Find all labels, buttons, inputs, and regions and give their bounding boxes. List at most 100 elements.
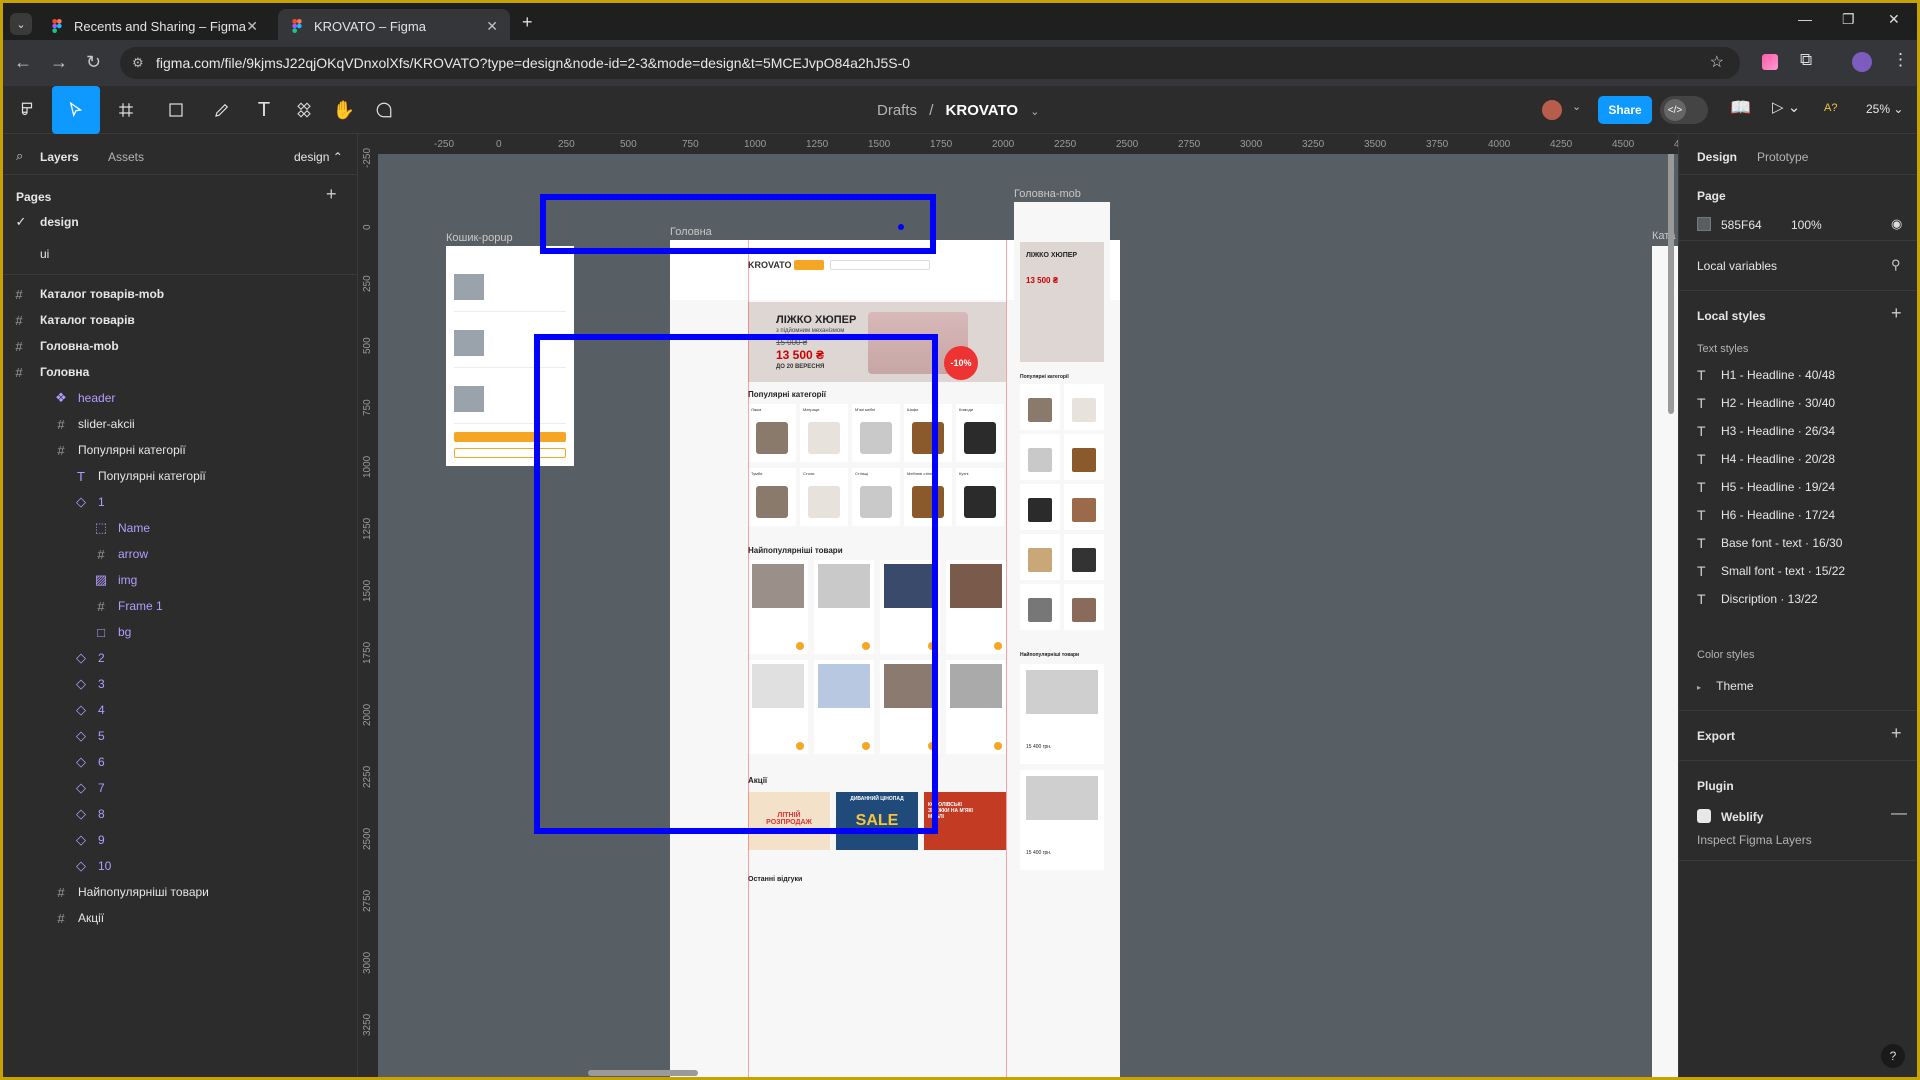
add-page-plus-icon[interactable]: + (326, 184, 337, 205)
text-style-item[interactable]: T H2 - Headline · 30/40 (1697, 395, 1835, 411)
user-avatar[interactable] (1540, 98, 1564, 122)
layer-item[interactable]: ▨ img (0, 566, 358, 594)
new-tab-plus-icon[interactable]: + (522, 12, 533, 33)
text-style-item[interactable]: T Discription · 13/22 (1697, 591, 1818, 607)
tab-design[interactable]: Design (1697, 150, 1737, 164)
page-select[interactable]: design ⌃ (294, 150, 343, 164)
tab-prototype[interactable]: Prototype (1757, 150, 1808, 164)
layer-item[interactable]: # Frame 1 (0, 592, 358, 620)
breadcrumb-drafts[interactable]: Drafts (877, 102, 917, 119)
search-icon[interactable]: ⌕ (16, 148, 23, 164)
resources-icon[interactable] (288, 94, 320, 126)
chevron-down-icon[interactable]: ⌄ (1572, 100, 1581, 113)
tab-list-chevron-icon[interactable]: ⌄ (10, 13, 32, 35)
pen-tool-icon[interactable] (206, 94, 238, 126)
help-button[interactable]: ? (1881, 1044, 1905, 1068)
page-color-value[interactable]: 585F64 (1721, 218, 1762, 232)
extension-icon[interactable] (1762, 54, 1778, 70)
puzzle-icon[interactable]: ⧉ (1800, 50, 1812, 70)
file-name[interactable]: KROVATO (946, 102, 1019, 119)
plugin-name[interactable]: Weblify (1721, 810, 1763, 824)
dev-mode-toggle[interactable]: </> (1660, 96, 1708, 124)
tab-layers[interactable]: Layers (40, 150, 79, 164)
move-tool-icon[interactable] (52, 86, 100, 134)
page-color-swatch[interactable] (1697, 217, 1711, 231)
layer-item[interactable]: # Акції (0, 904, 358, 932)
close-icon[interactable]: ✕ (486, 18, 498, 35)
text-style-item[interactable]: T H3 - Headline · 26/34 (1697, 423, 1835, 439)
layer-item[interactable]: ◇ 2 (0, 644, 358, 672)
layer-item[interactable]: □ bg (0, 618, 358, 646)
text-tool-icon[interactable]: T (248, 94, 280, 126)
comment-tool-icon[interactable] (368, 94, 400, 126)
design-canvas[interactable]: Кошик-popup Головна KROVATO ЛІЖКО ХЮПЕР … (358, 134, 1678, 1080)
site-info-icon[interactable]: ⚙ (132, 55, 144, 71)
layer-item[interactable]: ◇ 5 (0, 722, 358, 750)
theme-group[interactable]: ▸ Theme (1697, 679, 1754, 693)
reload-icon[interactable]: ↻ (86, 52, 101, 73)
url-input[interactable]: ⚙ figma.com/file/9kjmsJ22qjOKqVDnxolXfs/… (120, 47, 1740, 79)
restore-icon[interactable]: ❐ (1842, 11, 1855, 28)
layer-item[interactable]: ◇ 8 (0, 800, 358, 828)
text-style-item[interactable]: T Base font - text · 16/30 (1697, 535, 1842, 551)
minimize-icon[interactable]: — (1798, 11, 1812, 27)
library-book-icon[interactable]: 📖 (1730, 98, 1751, 118)
local-variables-label[interactable]: Local variables (1697, 259, 1777, 273)
add-style-plus-icon[interactable]: + (1891, 303, 1902, 324)
share-button[interactable]: Share (1598, 96, 1652, 124)
catalog-frame[interactable] (1652, 246, 1678, 1080)
home-mob-frame[interactable]: ЛІЖКО ХЮПЕР 13 500 ₴ Популярні категорії… (1014, 202, 1110, 882)
layer-item[interactable]: # Каталог товарів (0, 306, 358, 334)
page-item-ui[interactable]: ui (0, 240, 358, 268)
layer-item[interactable]: # Найпопулярніші товари (0, 878, 358, 906)
page-opacity-value[interactable]: 100% (1791, 218, 1822, 232)
horizontal-scrollbar[interactable] (588, 1070, 698, 1076)
hand-tool-icon[interactable]: ✋ (328, 94, 360, 126)
add-export-plus-icon[interactable]: + (1891, 723, 1902, 744)
layer-item[interactable]: # Популярні категорії (0, 436, 358, 464)
layer-item[interactable]: ◇ 7 (0, 774, 358, 802)
layer-item[interactable]: ◇ 4 (0, 696, 358, 724)
layer-item[interactable]: ◇ 6 (0, 748, 358, 776)
text-style-item[interactable]: T H5 - Headline · 19/24 (1697, 479, 1835, 495)
layer-item[interactable]: ◇ 3 (0, 670, 358, 698)
zoom-level[interactable]: 25% ⌄ (1866, 102, 1903, 116)
forward-icon[interactable]: → (50, 52, 68, 73)
layer-item[interactable]: ◇ 10 (0, 852, 358, 880)
remove-plugin-icon[interactable]: — (1891, 805, 1907, 823)
frame-label-cart[interactable]: Кошик-popup (446, 232, 513, 244)
selection-popular-categories[interactable] (534, 334, 938, 834)
shape-tool-icon[interactable] (160, 94, 192, 126)
layer-item[interactable]: T Популярні категорії (0, 462, 358, 490)
vertical-scrollbar[interactable] (1668, 134, 1674, 414)
close-icon[interactable]: ✕ (246, 18, 258, 35)
layer-item[interactable]: # Каталог товарів-mob (0, 280, 358, 308)
chevron-down-icon[interactable]: ⌄ (1030, 106, 1039, 118)
frame-label-home-mob[interactable]: Головна-mob (1014, 188, 1081, 200)
text-style-item[interactable]: T Small font - text · 15/22 (1697, 563, 1845, 579)
frame-tool-icon[interactable] (110, 94, 142, 126)
selection-handle[interactable] (898, 224, 904, 230)
selection-header[interactable] (540, 194, 936, 254)
layer-item[interactable]: # Головна (0, 358, 358, 386)
present-play-icon[interactable]: ▷ ⌄ (1772, 98, 1800, 116)
text-style-item[interactable]: T H4 - Headline · 20/28 (1697, 451, 1835, 467)
page-item-design[interactable]: ✓ design (0, 208, 358, 236)
main-menu-icon[interactable] (10, 94, 44, 126)
text-style-item[interactable]: T H1 - Headline · 40/48 (1697, 367, 1835, 383)
profile-avatar[interactable] (1852, 52, 1872, 72)
back-icon[interactable]: ← (14, 52, 32, 73)
layer-item[interactable]: ◇ 9 (0, 826, 358, 854)
layer-item[interactable]: ⬚ Name (0, 514, 358, 542)
missing-fonts-warning[interactable]: A? (1824, 102, 1837, 114)
close-window-icon[interactable]: ✕ (1888, 11, 1900, 28)
layer-item[interactable]: # arrow (0, 540, 358, 568)
layer-item[interactable]: # Головна-mob (0, 332, 358, 360)
layer-item[interactable]: ❖ header (0, 384, 358, 412)
tab-krovato[interactable]: KROVATO – Figma ✕ (278, 9, 510, 43)
variables-adjust-icon[interactable]: ⚲ (1891, 257, 1901, 273)
text-style-item[interactable]: T H6 - Headline · 17/24 (1697, 507, 1835, 523)
layer-item[interactable]: # slider-akcii (0, 410, 358, 438)
layer-item[interactable]: ◇ 1 (0, 488, 358, 516)
browser-menu-icon[interactable]: ⋮ (1892, 50, 1909, 70)
